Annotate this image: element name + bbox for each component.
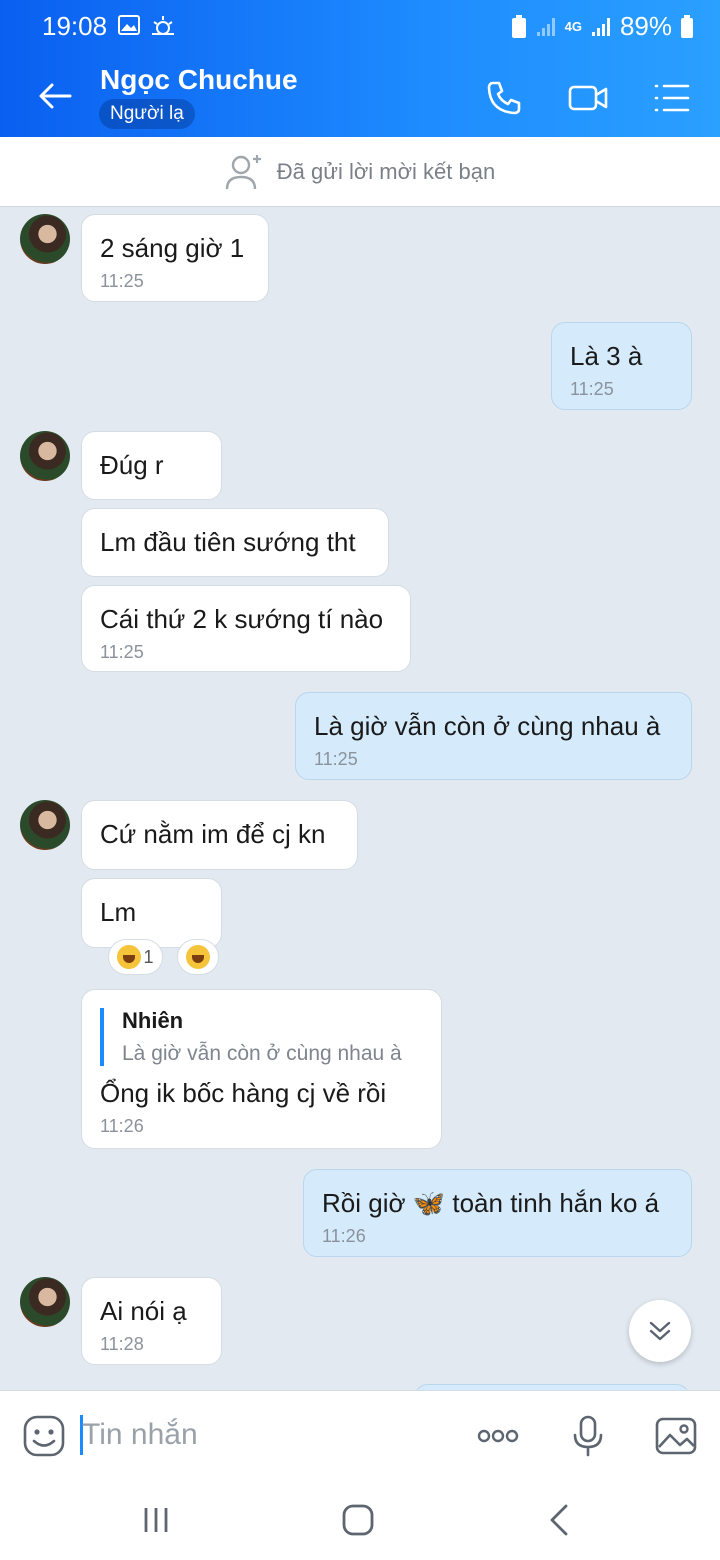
- signal-icon: [536, 17, 555, 36]
- quoted-message[interactable]: Nhiên Là giờ vẫn còn ở cùng nhau à: [100, 1008, 423, 1066]
- contact-avatar[interactable]: [20, 214, 70, 264]
- status-bar: 19:08 4G 89%: [0, 0, 720, 52]
- message-time: 11:25: [100, 642, 144, 662]
- weather-icon: [152, 16, 174, 35]
- crying-emoji-icon: [117, 945, 142, 969]
- message-time: 11:25: [100, 271, 144, 291]
- crying-emoji-icon: [186, 945, 210, 969]
- butterfly-emoji: 🦋: [412, 1188, 446, 1218]
- microphone-icon[interactable]: [566, 1414, 610, 1458]
- network-type: 4G: [564, 19, 582, 34]
- add-friend-icon: [225, 154, 261, 189]
- reaction-summary[interactable]: 1: [108, 939, 163, 975]
- message-time: 11:26: [322, 1226, 366, 1246]
- message-input-bar: Tin nhắn: [0, 1390, 720, 1480]
- battery-icon: [681, 14, 693, 38]
- gallery-notification-icon: [118, 15, 140, 35]
- message-bubble-incoming[interactable]: Đúg r: [81, 431, 222, 500]
- recent-apps-icon[interactable]: [138, 1502, 174, 1538]
- more-icon[interactable]: [476, 1414, 520, 1458]
- message-input[interactable]: Tin nhắn: [82, 1418, 198, 1452]
- image-icon[interactable]: [654, 1414, 698, 1458]
- quoted-sender: Nhiên: [122, 1008, 184, 1033]
- message-time: 11:28: [100, 1334, 144, 1354]
- signal-icon-2: [591, 17, 610, 36]
- contact-name[interactable]: Ngọc Chuchue: [100, 64, 298, 96]
- message-time: 11:25: [314, 749, 358, 769]
- back-icon[interactable]: [542, 1502, 578, 1538]
- battery-saver-icon: [511, 14, 526, 38]
- message-bubble-incoming[interactable]: Lm đầu tiên sướng tht: [81, 508, 389, 577]
- back-arrow-icon[interactable]: [36, 76, 76, 116]
- message-bubble-outgoing[interactable]: Rồi giờ 🦋 toàn tinh hắn ko á 11:26: [303, 1169, 692, 1257]
- contact-avatar[interactable]: [20, 1277, 70, 1327]
- message-bubble-incoming[interactable]: Lm: [81, 878, 222, 948]
- contact-avatar[interactable]: [20, 431, 70, 481]
- message-bubble-incoming[interactable]: Cái thứ 2 k sướng tí nào 11:25: [81, 585, 411, 672]
- message-bubble-incoming[interactable]: Cứ nằm im để cj kn: [81, 800, 358, 870]
- friend-request-text: Đã gửi lời mời kết bạn: [276, 158, 496, 184]
- scroll-down-icon: [649, 1321, 671, 1341]
- battery-level: 89%: [619, 11, 672, 41]
- message-bubble-incoming[interactable]: 2 sáng giờ 1 11:25: [81, 214, 269, 302]
- scroll-down-button[interactable]: [629, 1300, 691, 1362]
- top-bar: 19:08 4G 89% Ngọc Chuchue Người lạ: [0, 0, 720, 137]
- message-bubble-incoming[interactable]: Ai nói ạ 11:28: [81, 1277, 222, 1365]
- system-navigation-bar: [0, 1480, 720, 1560]
- message-bubble-outgoing[interactable]: Là giờ vẫn còn ở cùng nhau à 11:25: [295, 692, 692, 780]
- stranger-badge: Người lạ: [99, 99, 195, 129]
- message-bubble-outgoing[interactable]: Là 3 à 11:25: [551, 322, 692, 410]
- message-bubble-reply[interactable]: Nhiên Là giờ vẫn còn ở cùng nhau à Ổng i…: [81, 989, 442, 1149]
- menu-icon[interactable]: [652, 78, 692, 118]
- add-reaction-button[interactable]: [177, 939, 219, 975]
- message-time: 11:26: [100, 1116, 144, 1136]
- phone-icon[interactable]: [484, 78, 524, 118]
- quoted-text: Là giờ vẫn còn ở cùng nhau à: [122, 1042, 402, 1065]
- chat-header: Ngọc Chuchue Người lạ: [0, 52, 720, 137]
- video-call-icon[interactable]: [568, 78, 608, 118]
- friend-request-bar: Đã gửi lời mời kết bạn: [0, 137, 720, 207]
- sticker-icon[interactable]: [22, 1414, 66, 1458]
- message-time: 11:25: [570, 379, 614, 399]
- status-time: 19:08: [42, 11, 108, 41]
- home-icon[interactable]: [340, 1502, 376, 1538]
- contact-avatar[interactable]: [20, 800, 70, 850]
